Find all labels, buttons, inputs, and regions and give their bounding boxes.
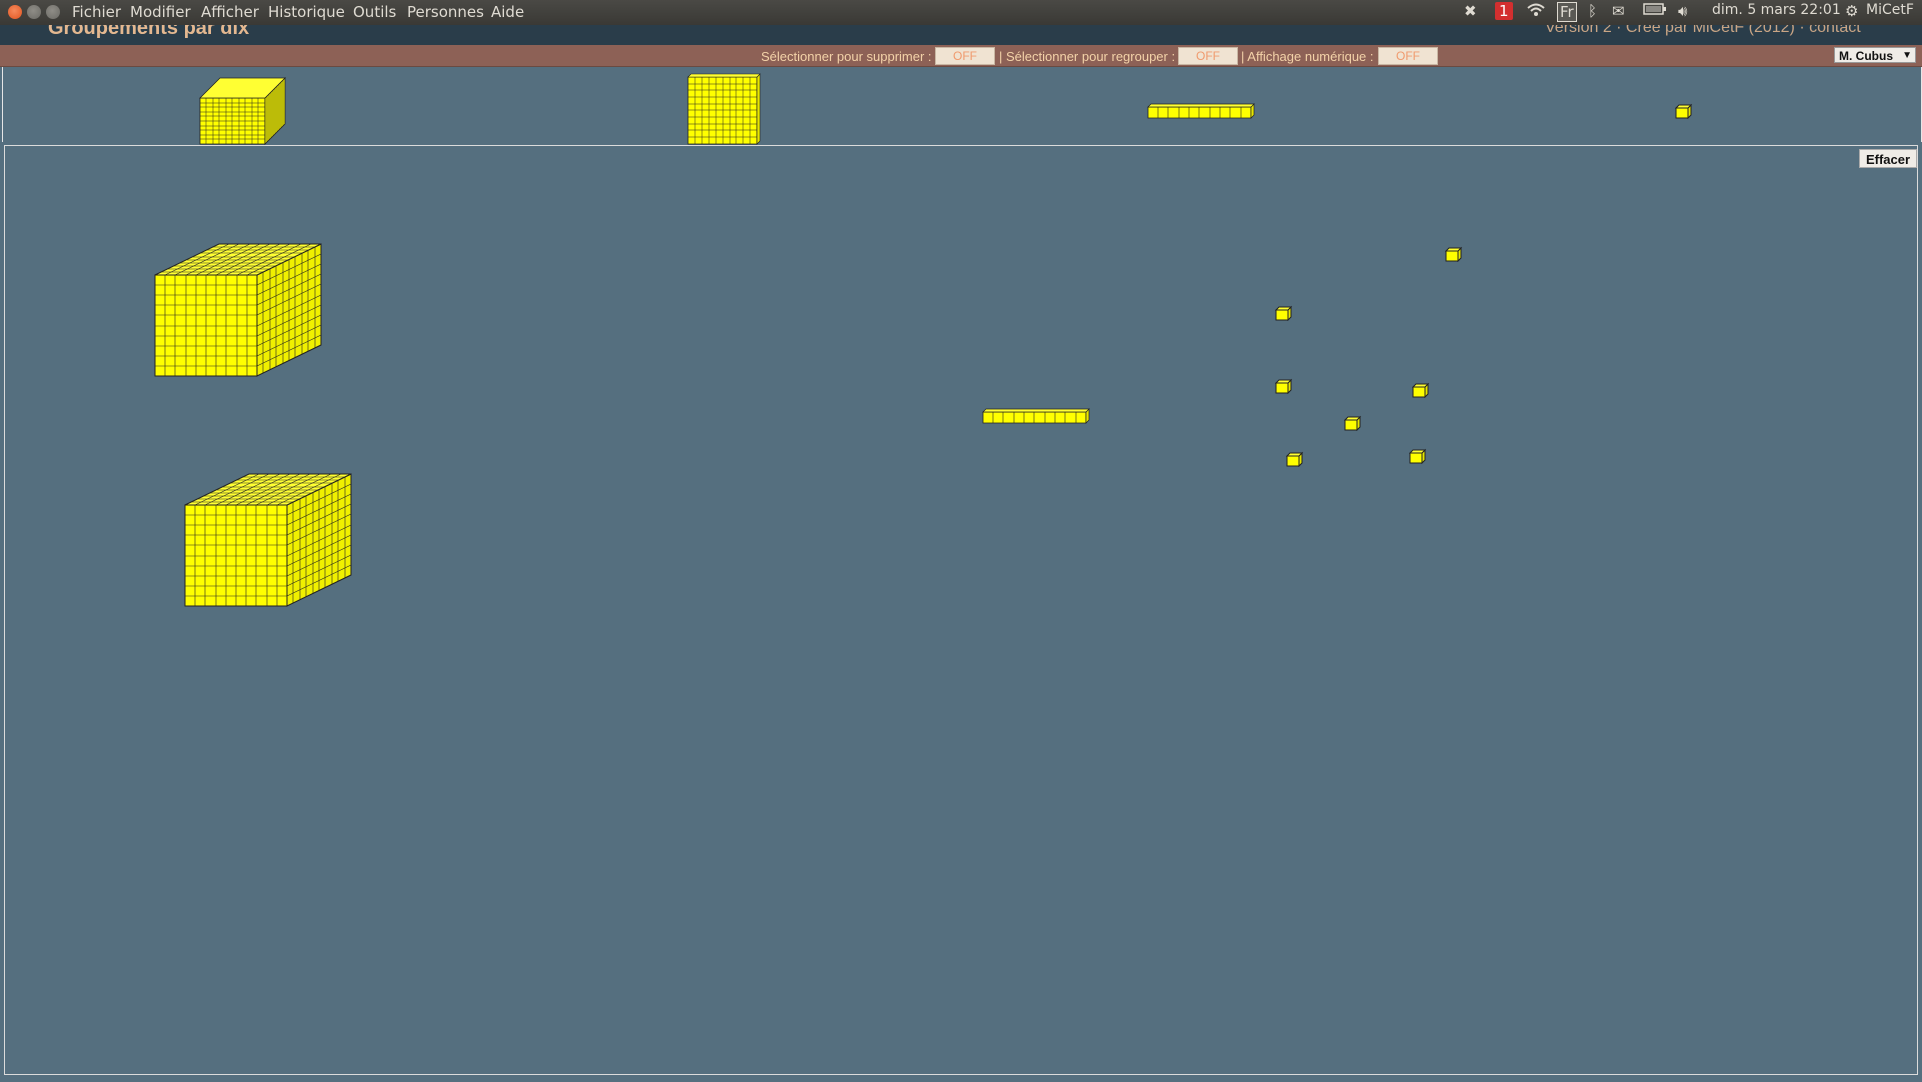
workspace-unit-cube[interactable] bbox=[1343, 415, 1362, 435]
palette-ten-rod[interactable] bbox=[1147, 103, 1257, 123]
workspace-unit-cube[interactable] bbox=[1274, 378, 1293, 398]
unit-cube-icon bbox=[1343, 415, 1362, 432]
group-mode-label: | Sélectionner pour regrouper : bbox=[999, 49, 1176, 64]
workspace-thousand-cube[interactable] bbox=[183, 472, 355, 612]
session-user-name[interactable]: MiCetF bbox=[1866, 2, 1914, 18]
menu-modifier[interactable]: Modifier bbox=[130, 3, 191, 21]
menu-aide[interactable]: Aide bbox=[491, 3, 524, 21]
hundred-flat-icon bbox=[687, 73, 761, 145]
thousand-cube-icon bbox=[184, 473, 352, 607]
app-title: Groupements par dix bbox=[48, 25, 250, 39]
workspace-unit-cube[interactable] bbox=[1411, 382, 1430, 402]
unit-cube-icon bbox=[1408, 448, 1427, 465]
delete-mode-toggle[interactable]: OFF bbox=[935, 47, 995, 65]
numeric-display-label: | Affichage numérique : bbox=[1241, 49, 1374, 64]
window-minimize-button[interactable] bbox=[27, 5, 41, 19]
thousand-cube-icon bbox=[154, 243, 322, 377]
menu-historique[interactable]: Historique bbox=[268, 3, 345, 21]
thousand-cube-icon bbox=[199, 77, 286, 145]
ten-rod-icon bbox=[1147, 103, 1255, 119]
palette-unit-cube[interactable] bbox=[1674, 103, 1693, 123]
delete-mode-label: Sélectionner pour supprimer : bbox=[761, 49, 932, 64]
clear-button[interactable]: Effacer bbox=[1859, 149, 1917, 168]
app-version-line: Version 2 · Créé par MiCetF (2012) · con… bbox=[1545, 25, 1861, 36]
workspace-unit-cube[interactable] bbox=[1285, 451, 1304, 471]
workspace[interactable]: Effacer bbox=[4, 145, 1918, 1075]
bluetooth-icon[interactable]: ᛒ bbox=[1588, 2, 1597, 20]
user-select[interactable]: M. Cubus ▼ bbox=[1834, 47, 1916, 63]
keyboard-layout-indicator[interactable]: Fr bbox=[1557, 2, 1577, 22]
unit-cube-icon bbox=[1411, 382, 1430, 399]
settings-gear-icon[interactable]: ⚙ bbox=[1845, 2, 1858, 20]
menu-outils[interactable]: Outils bbox=[353, 3, 396, 21]
chevron-down-icon: ▼ bbox=[1902, 50, 1912, 61]
menu-fichier[interactable]: Fichier bbox=[72, 3, 121, 21]
wifi-icon[interactable] bbox=[1526, 2, 1546, 22]
notification-badge[interactable]: 1 bbox=[1495, 2, 1513, 20]
workspace-unit-cube[interactable] bbox=[1444, 246, 1463, 266]
workspace-unit-cube[interactable] bbox=[1408, 448, 1427, 468]
menu-afficher[interactable]: Afficher bbox=[201, 3, 259, 21]
window-maximize-button[interactable] bbox=[46, 5, 60, 19]
workspace-thousand-cube[interactable] bbox=[153, 242, 325, 382]
unit-cube-icon bbox=[1674, 103, 1693, 120]
window-close-button[interactable] bbox=[8, 5, 22, 19]
ten-rod-icon bbox=[982, 408, 1090, 424]
battery-icon[interactable] bbox=[1643, 2, 1667, 20]
unit-cube-icon bbox=[1274, 305, 1293, 322]
user-select-value: M. Cubus bbox=[1839, 49, 1893, 63]
workspace-unit-cube[interactable] bbox=[1274, 305, 1293, 325]
numeric-display-toggle[interactable]: OFF bbox=[1378, 47, 1438, 65]
dropbox-icon[interactable]: ✖ bbox=[1464, 2, 1477, 20]
palette-hundred-flat[interactable] bbox=[687, 73, 761, 149]
unit-cube-icon bbox=[1444, 246, 1463, 263]
unit-cube-icon bbox=[1274, 378, 1293, 395]
block-palette bbox=[2, 67, 1922, 145]
unit-cube-icon bbox=[1285, 451, 1304, 468]
volume-icon[interactable]: 🔊︎ bbox=[1678, 2, 1687, 20]
group-mode-toggle[interactable]: OFF bbox=[1178, 47, 1238, 65]
palette-thousand-cube[interactable] bbox=[199, 73, 287, 149]
system-menubar: Fichier Modifier Afficher Historique Out… bbox=[0, 0, 1922, 25]
toolbar: Sélectionner pour supprimer : OFF | Séle… bbox=[0, 45, 1922, 67]
menu-personnes[interactable]: Personnes bbox=[407, 3, 484, 21]
clock[interactable]: dim. 5 mars 22:01 bbox=[1712, 2, 1841, 18]
app-window: Groupements par dix Version 2 · Créé par… bbox=[0, 25, 1922, 1082]
workspace-ten-rod[interactable] bbox=[982, 408, 1092, 428]
mail-icon[interactable]: ✉ bbox=[1612, 2, 1625, 20]
app-header: Groupements par dix Version 2 · Créé par… bbox=[0, 25, 1922, 45]
